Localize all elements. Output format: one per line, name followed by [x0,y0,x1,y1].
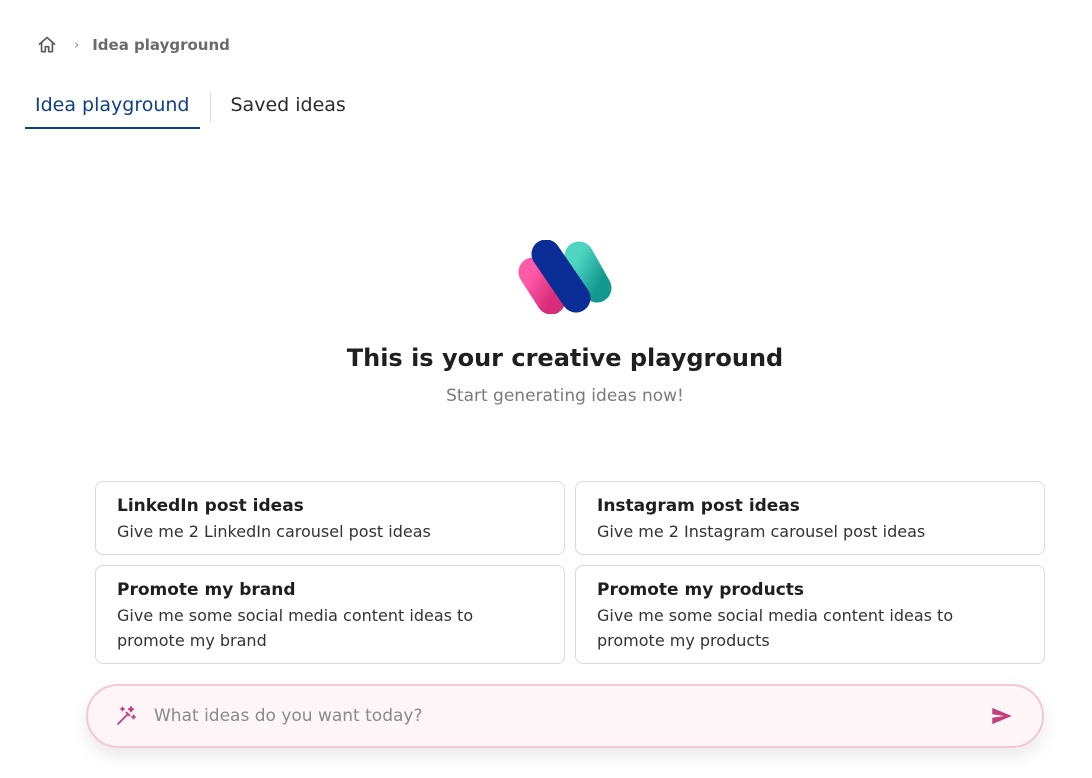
tab-divider [209,92,211,122]
suggestion-card-instagram[interactable]: Instagram post ideas Give me 2 Instagram… [575,481,1045,555]
page-subtitle: Start generating ideas now! [446,386,684,406]
magic-wand-icon [112,702,140,730]
send-button[interactable] [982,696,1022,736]
suggestion-card-linkedin[interactable]: LinkedIn post ideas Give me 2 LinkedIn c… [95,481,565,555]
brand-logo [518,240,612,314]
send-icon [992,707,1012,725]
card-description: Give me some social media content ideas … [117,606,474,650]
tab-idea-playground[interactable]: Idea playground [25,88,200,129]
card-description: Give me 2 Instagram carousel post ideas [597,522,926,541]
card-title: Promote my brand [117,580,296,600]
breadcrumb-current: Idea playground [92,36,230,54]
tab-bar: Idea playground Saved ideas [25,88,356,129]
breadcrumb-separator: › [74,37,80,53]
breadcrumb: › Idea playground [36,33,230,57]
page-title: This is your creative playground [346,344,784,372]
idea-prompt-input[interactable] [154,696,982,736]
tab-saved-ideas[interactable]: Saved ideas [221,88,356,129]
suggestion-card-promote-products[interactable]: Promote my products Give me some social … [575,565,1045,664]
card-title: LinkedIn post ideas [117,496,304,516]
suggestion-card-promote-brand[interactable]: Promote my brand Give me some social med… [95,565,565,664]
hero: This is your creative playground Start g… [0,240,1092,406]
card-description: Give me 2 LinkedIn carousel post ideas [117,522,431,541]
card-title: Instagram post ideas [597,496,800,516]
prompt-bar [86,684,1044,748]
card-title: Promote my products [597,580,805,600]
card-description: Give me some social media content ideas … [597,606,954,650]
home-icon[interactable] [36,34,58,56]
